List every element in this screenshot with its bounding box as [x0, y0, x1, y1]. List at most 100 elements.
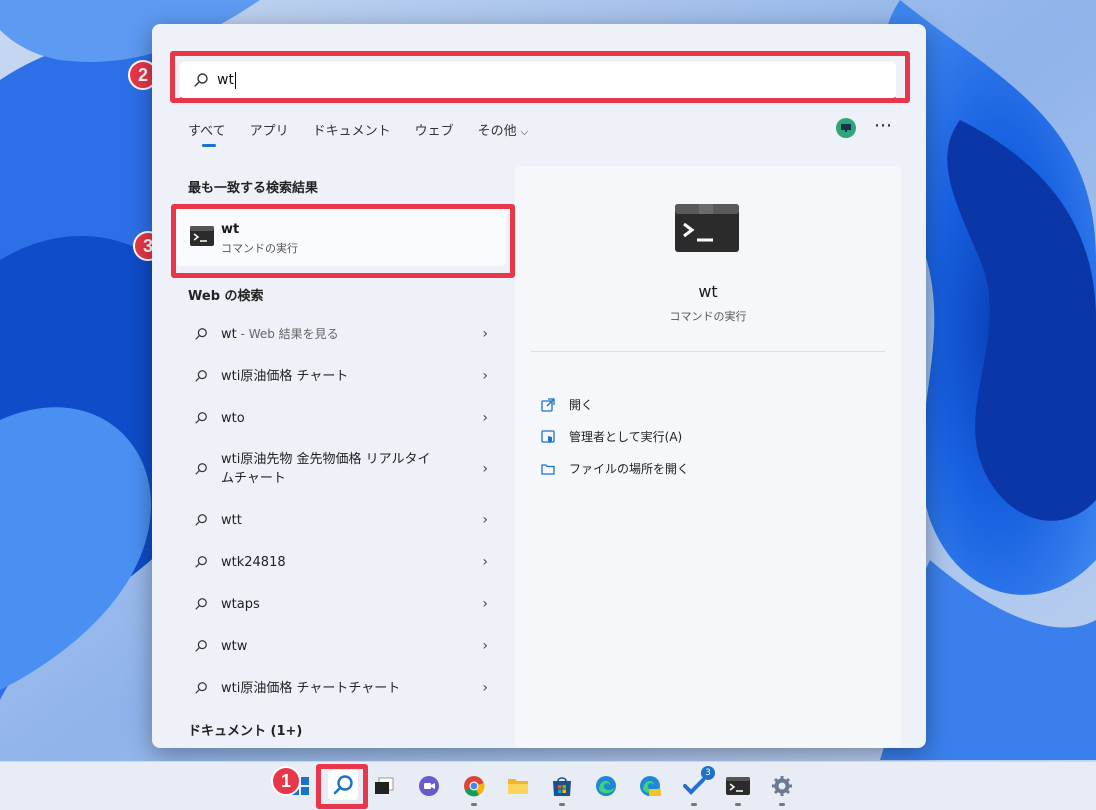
app-preview-pane: wt コマンドの実行 開く 管理者として実行(A) ファイルの場所を開く [515, 166, 901, 748]
web-result-text: wtt [221, 512, 242, 528]
chevron-right-icon: › [482, 554, 488, 570]
monitor-icon [841, 124, 851, 132]
running-indicator [559, 803, 565, 806]
terminal-app-icon [675, 204, 739, 252]
avatar[interactable] [836, 118, 856, 138]
web-result-row[interactable]: wtaps › [176, 584, 498, 624]
open-action[interactable]: 開く [541, 396, 593, 413]
tab-apps[interactable]: アプリ [250, 120, 289, 139]
chrome-icon [464, 776, 485, 797]
web-result-text: wti原油価格 チャート [221, 368, 349, 384]
web-result-text: wtk24818 [221, 554, 286, 570]
search-icon [195, 412, 207, 424]
web-result-row[interactable]: wtw › [176, 626, 498, 666]
chevron-right-icon: › [482, 368, 488, 384]
tab-documents[interactable]: ドキュメント [313, 120, 391, 139]
documents-heading: ドキュメント (1+) [188, 724, 303, 739]
best-match-subtitle: コマンドの実行 [221, 242, 298, 255]
open-file-location-label: ファイルの場所を開く [569, 462, 690, 476]
store-button[interactable] [548, 772, 576, 806]
teams-chat-icon [419, 776, 439, 796]
search-icon [333, 775, 353, 795]
edge-icon [596, 776, 616, 796]
settings-icon [772, 776, 792, 796]
web-result-row[interactable]: wtt › [176, 500, 498, 540]
taskbar-search-button[interactable] [328, 770, 358, 800]
best-match-heading: 最も一致する検索結果 [188, 181, 319, 196]
web-result-text: wti原油価格 チャートチャート [221, 680, 401, 696]
web-result-text: wti原油先物 金先物価格 リアルタイムチャート [221, 452, 431, 486]
running-indicator [779, 803, 785, 806]
tab-more-label: その他 [477, 124, 517, 139]
terminal-button[interactable] [724, 772, 752, 806]
file-explorer-icon [508, 779, 528, 794]
open-external-icon [541, 397, 555, 412]
settings-button[interactable] [768, 772, 796, 806]
chevron-right-icon: › [482, 512, 488, 528]
search-icon [195, 463, 207, 475]
web-result-text: wto [221, 410, 245, 426]
text-caret [234, 71, 236, 89]
chevron-down-icon: ⌵ [520, 127, 529, 138]
file-explorer-button[interactable] [504, 772, 532, 800]
preview-title: wt [698, 282, 718, 301]
web-result-row[interactable]: wt - Web 結果を見る › [176, 314, 498, 354]
chevron-right-icon: › [482, 680, 488, 696]
web-result-text: wtw [221, 638, 248, 654]
microsoft-store-icon [553, 777, 571, 796]
filter-tabs: すべて アプリ ドキュメント ウェブ その他 ⌵ [188, 120, 552, 147]
task-view-icon [375, 777, 394, 794]
web-result-row[interactable]: wto › [176, 398, 498, 438]
chevron-right-icon: › [482, 410, 488, 426]
todo-icon [683, 778, 705, 795]
web-result-row[interactable]: wtk24818 › [176, 542, 498, 582]
chevron-right-icon: › [482, 596, 488, 612]
search-icon [194, 73, 208, 87]
task-view-button[interactable] [370, 772, 398, 800]
running-indicator [691, 803, 697, 806]
web-search-heading: Web の検索 [188, 289, 264, 304]
terminal-app-icon [190, 226, 214, 246]
web-result-row[interactable]: wti原油価格 チャートチャート › [176, 668, 498, 708]
search-icon [195, 682, 207, 694]
chevron-right-icon: › [482, 326, 488, 342]
search-input[interactable]: wt [180, 62, 896, 100]
edge-button[interactable] [592, 772, 620, 800]
edge-canary-button[interactable] [636, 772, 664, 800]
chrome-button[interactable] [460, 772, 488, 806]
web-result-row[interactable]: wti原油先物 金先物価格 リアルタイムチャート › [176, 444, 498, 494]
step-badge-1: 1 [271, 766, 301, 796]
tab-web[interactable]: ウェブ [415, 120, 454, 139]
web-result-text: wt [221, 326, 237, 342]
web-result-row[interactable]: wti原油価格 チャート › [176, 356, 498, 396]
terminal-icon [726, 777, 750, 795]
edge-canary-icon [640, 776, 661, 796]
running-indicator [735, 803, 741, 806]
todo-button[interactable]: 3 [680, 766, 715, 806]
search-panel: wt すべて アプリ ドキュメント ウェブ その他 ⌵ ⋯ 最も一致する検索結果 … [152, 24, 926, 748]
notification-count-badge: 3 [701, 766, 715, 780]
chat-button[interactable] [415, 772, 443, 800]
open-file-location-action[interactable]: ファイルの場所を開く [541, 460, 689, 477]
preview-subtitle: コマンドの実行 [669, 310, 747, 323]
search-icon [195, 514, 207, 526]
admin-shield-icon [541, 429, 555, 443]
tab-all[interactable]: すべて [188, 120, 226, 147]
preview-divider [531, 351, 885, 352]
search-icon [195, 556, 207, 568]
run-as-admin-label: 管理者として実行(A) [569, 430, 683, 444]
best-match-name: wt [221, 222, 240, 237]
more-options-button[interactable]: ⋯ [874, 115, 893, 136]
chevron-right-icon: › [482, 461, 488, 477]
search-icon [195, 598, 207, 610]
taskbar: 3 [0, 761, 1096, 810]
best-match-result[interactable]: wt コマンドの実行 [176, 208, 506, 266]
run-as-admin-action[interactable]: 管理者として実行(A) [541, 428, 682, 445]
search-icon [195, 328, 207, 340]
web-result-text: wtaps [221, 596, 260, 612]
search-query: wt [217, 72, 234, 88]
folder-icon [541, 463, 555, 475]
search-icon [195, 640, 207, 652]
chevron-right-icon: › [482, 638, 488, 654]
tab-more[interactable]: その他 ⌵ [478, 120, 529, 139]
